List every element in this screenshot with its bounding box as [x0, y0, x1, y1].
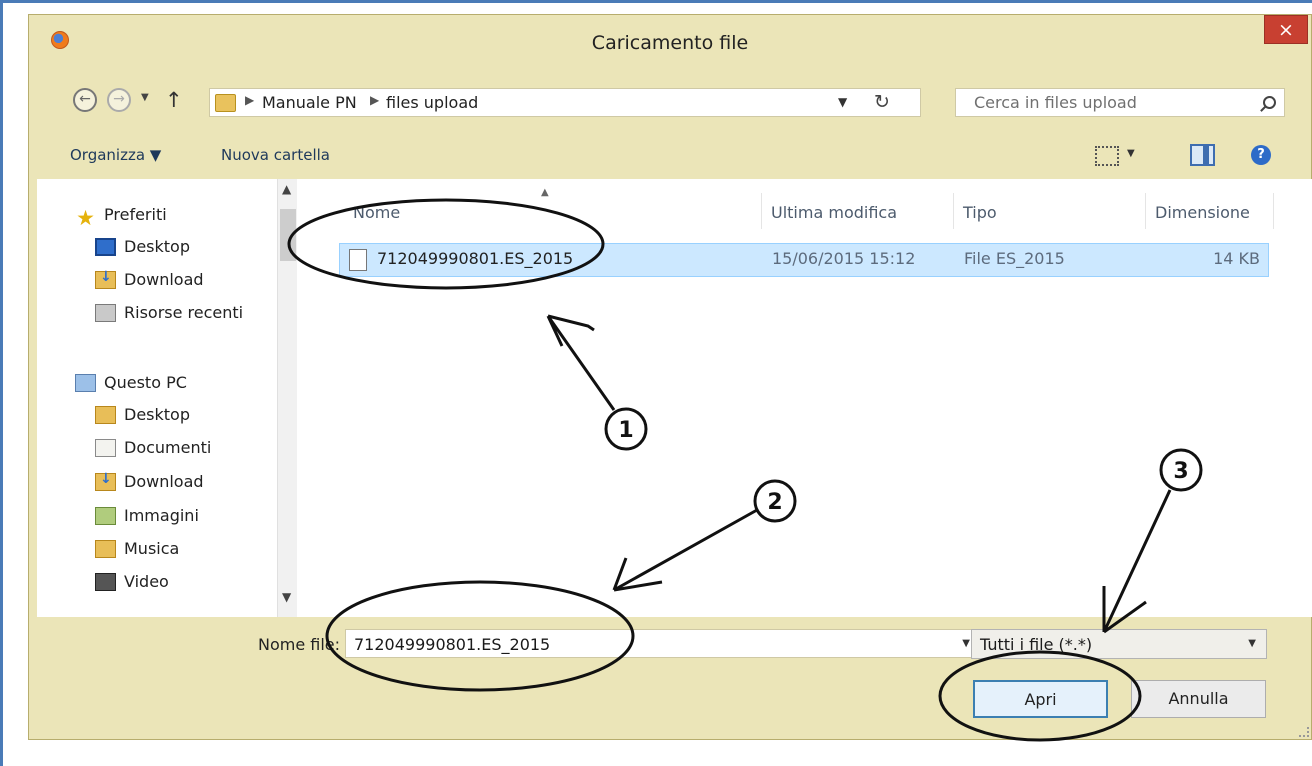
preview-pane-icon[interactable]: [1190, 144, 1215, 166]
dialog-footer: Nome file: 712049990801.ES_2015 ▼ Tutti …: [29, 617, 1312, 741]
address-dropdown-icon[interactable]: ▼: [838, 95, 847, 109]
navigation-bar: ← → ▼ ↑ ▶ Manuale PN ▶ files upload ▼ ↻ …: [49, 83, 1312, 117]
sidebar-item-label: Documenti: [124, 438, 212, 457]
search-placeholder: Cerca in files upload: [974, 93, 1137, 112]
images-icon: [95, 506, 116, 525]
sidebar-item-label: Preferiti: [104, 205, 167, 224]
sidebar-item-label: Questo PC: [104, 373, 187, 392]
column-header-name[interactable]: Nome: [353, 203, 400, 222]
breadcrumb-item[interactable]: Manuale PN: [262, 93, 357, 112]
navigation-sidebar: ★ Preferiti Desktop Download Risorse rec…: [37, 179, 297, 617]
sidebar-item-download[interactable]: Download: [95, 269, 204, 289]
search-icon[interactable]: [1263, 96, 1276, 109]
download-icon: [95, 471, 116, 491]
forward-icon[interactable]: →: [107, 88, 131, 112]
open-button[interactable]: Apri: [973, 680, 1108, 718]
scroll-up-icon[interactable]: ▲: [282, 182, 291, 196]
file-modified: 15/06/2015 15:12: [772, 249, 916, 268]
column-header-modified[interactable]: Ultima modifica: [771, 203, 897, 222]
sidebar-item-desktop[interactable]: Desktop: [95, 237, 190, 256]
organize-menu[interactable]: Organizza ▼: [70, 146, 161, 164]
help-icon[interactable]: ?: [1251, 145, 1271, 165]
computer-icon: [75, 373, 96, 392]
sidebar-item-label: Risorse recenti: [124, 303, 244, 322]
filename-label: Nome file:: [258, 635, 341, 654]
filename-field[interactable]: 712049990801.ES_2015 ▼: [345, 629, 979, 658]
file-type: File ES_2015: [964, 249, 1065, 268]
column-divider[interactable]: [953, 193, 954, 229]
view-dropdown-icon[interactable]: ▼: [1127, 148, 1135, 159]
sidebar-favorites[interactable]: ★ Preferiti: [75, 205, 167, 230]
column-header-type[interactable]: Tipo: [963, 203, 997, 222]
sort-arrow-icon: ▲: [541, 187, 549, 198]
breadcrumb-separator-icon[interactable]: ▶: [245, 93, 254, 107]
toolbar: Organizza ▼ Nuova cartella ▼ ?: [29, 139, 1312, 169]
sidebar-item-label: Download: [124, 472, 204, 491]
file-icon: [349, 249, 367, 271]
history-dropdown-icon[interactable]: ▼: [141, 92, 149, 103]
sidebar-item-desktop[interactable]: Desktop: [95, 405, 190, 424]
close-button[interactable]: ×: [1264, 15, 1308, 44]
sidebar-item-label: Desktop: [124, 237, 190, 256]
refresh-icon[interactable]: ↻: [874, 91, 890, 113]
back-icon[interactable]: ←: [73, 88, 97, 112]
folder-icon: [95, 405, 116, 424]
sidebar-item-label: Immagini: [124, 506, 199, 525]
file-type-select[interactable]: Tutti i file (*.*) ▼: [971, 629, 1267, 659]
breadcrumb-separator-icon[interactable]: ▶: [370, 93, 379, 107]
file-type-dropdown-icon[interactable]: ▼: [1248, 638, 1256, 649]
sidebar-this-pc[interactable]: Questo PC: [75, 373, 187, 392]
sidebar-item-label: Video: [124, 572, 169, 591]
sidebar-item-download[interactable]: Download: [95, 471, 204, 491]
file-list: ▲ Nome Ultima modifica Tipo Dimensione 7…: [297, 179, 1312, 617]
search-input[interactable]: Cerca in files upload: [955, 88, 1285, 117]
star-icon: ★: [76, 205, 95, 230]
address-bar[interactable]: ▶ Manuale PN ▶ files upload ▼ ↻: [209, 88, 921, 117]
view-icon[interactable]: [1095, 146, 1119, 166]
sidebar-item-label: Desktop: [124, 405, 190, 424]
sidebar-item-music[interactable]: Musica: [95, 539, 179, 558]
column-divider[interactable]: [761, 193, 762, 229]
resize-grip[interactable]: [1299, 727, 1309, 737]
cancel-button[interactable]: Annulla: [1131, 680, 1266, 718]
file-name: 712049990801.ES_2015: [377, 249, 574, 268]
dialog-title: Caricamento file: [591, 32, 749, 54]
sidebar-item-documents[interactable]: Documenti: [95, 438, 211, 457]
column-divider[interactable]: [1145, 193, 1146, 229]
new-folder-button[interactable]: Nuova cartella: [221, 146, 330, 164]
desktop-icon: [95, 237, 116, 256]
documents-icon: [95, 438, 116, 457]
download-icon: [95, 269, 116, 289]
breadcrumb-item[interactable]: files upload: [386, 93, 478, 112]
sidebar-item-recent[interactable]: Risorse recenti: [95, 303, 243, 322]
folder-icon: [215, 94, 236, 112]
sidebar-item-label: Musica: [124, 539, 180, 558]
sidebar-item-label: Download: [124, 270, 204, 289]
scroll-thumb[interactable]: [280, 209, 296, 261]
file-type-value: Tutti i file (*.*): [980, 635, 1093, 654]
video-icon: [95, 572, 116, 591]
filename-value: 712049990801.ES_2015: [354, 635, 551, 654]
music-icon: [95, 539, 116, 558]
recent-icon: [95, 303, 116, 322]
sidebar-item-video[interactable]: Video: [95, 572, 169, 591]
file-size: 14 KB: [1213, 249, 1260, 268]
table-row[interactable]: 712049990801.ES_2015 15/06/2015 15:12 Fi…: [339, 243, 1269, 277]
title-bar[interactable]: Caricamento file ×: [29, 15, 1311, 63]
sidebar-item-images[interactable]: Immagini: [95, 506, 199, 525]
filename-dropdown-icon[interactable]: ▼: [962, 638, 970, 649]
scroll-down-icon[interactable]: ▼: [282, 590, 291, 604]
column-header-size[interactable]: Dimensione: [1155, 203, 1250, 222]
sidebar-scrollbar[interactable]: ▲ ▼: [277, 179, 297, 617]
up-arrow-icon[interactable]: ↑: [165, 88, 183, 112]
file-upload-dialog: Caricamento file × ← → ▼ ↑ ▶ Manuale PN …: [28, 14, 1312, 740]
column-divider[interactable]: [1273, 193, 1274, 229]
